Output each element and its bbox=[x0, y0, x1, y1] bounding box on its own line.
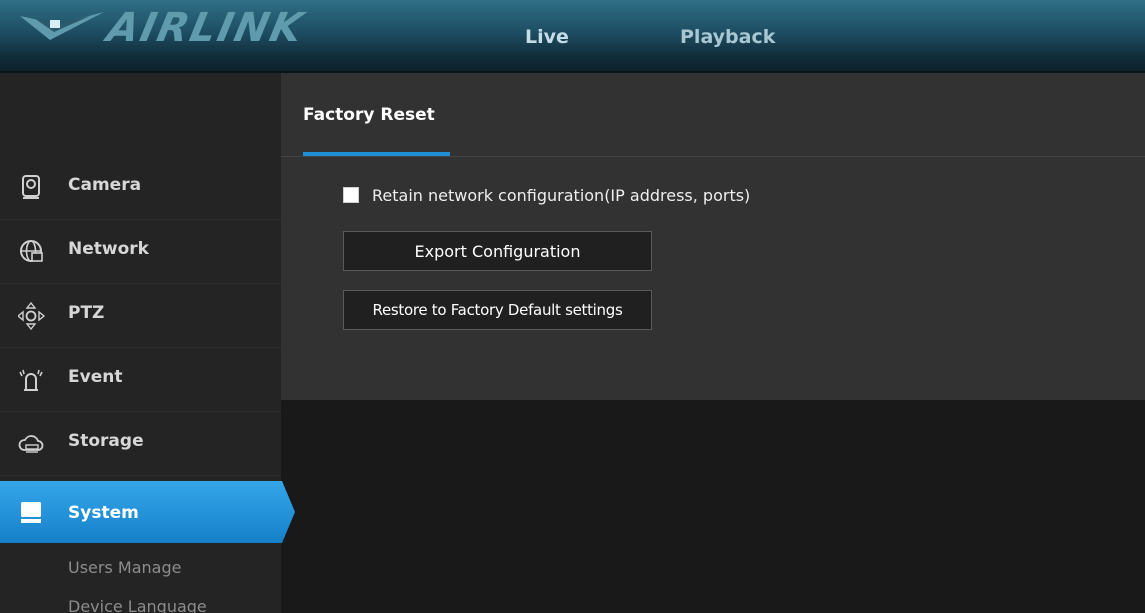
sidebar-item-camera[interactable]: Camera bbox=[0, 156, 281, 220]
sidebar-item-label: Event bbox=[68, 367, 123, 387]
logo-mark-icon bbox=[20, 12, 104, 40]
submenu-users-manage[interactable]: Users Manage bbox=[68, 558, 181, 577]
globe-network-icon bbox=[20, 240, 43, 262]
factory-reset-panel: Factory Reset Retain network configurati… bbox=[281, 73, 1145, 400]
submenu-device-language[interactable]: Device Language bbox=[68, 597, 207, 613]
sidebar-item-label: PTZ bbox=[68, 303, 105, 323]
monitor-icon bbox=[21, 502, 41, 523]
panel-tab-bar: Factory Reset bbox=[281, 73, 1145, 157]
logo-text: AIRLINK bbox=[103, 5, 309, 51]
retain-network-option[interactable]: Retain network configuration(IP address,… bbox=[343, 184, 750, 206]
top-header: AIRLINK Live Playback bbox=[0, 0, 1145, 73]
sidebar-item-system[interactable]: System bbox=[0, 481, 295, 543]
ptz-arrows-icon bbox=[18, 302, 46, 330]
active-tab-underline bbox=[303, 152, 450, 156]
cloud-storage-icon bbox=[18, 435, 44, 453]
retain-network-checkbox[interactable] bbox=[343, 187, 359, 203]
tab-live[interactable]: Live bbox=[525, 26, 569, 48]
export-configuration-button[interactable]: Export Configuration bbox=[343, 231, 652, 271]
sidebar-item-storage[interactable]: Storage bbox=[0, 412, 281, 476]
sidebar-item-ptz[interactable]: PTZ bbox=[0, 284, 281, 348]
sidebar-item-label: System bbox=[68, 503, 139, 523]
restore-factory-default-button[interactable]: Restore to Factory Default settings bbox=[343, 290, 652, 330]
sidebar-item-label: Storage bbox=[68, 431, 144, 451]
sidebar: Camera Network PTZ Event Storage System … bbox=[0, 73, 295, 613]
camera-icon bbox=[22, 175, 40, 199]
tab-factory-reset[interactable]: Factory Reset bbox=[303, 105, 435, 125]
app-window: AIRLINK Live Playback Camera Network PTZ… bbox=[0, 0, 1145, 613]
tab-playback[interactable]: Playback bbox=[680, 26, 775, 48]
sidebar-item-label: Camera bbox=[68, 175, 142, 195]
airlink-logo: AIRLINK bbox=[8, 4, 348, 51]
retain-network-label: Retain network configuration(IP address,… bbox=[372, 185, 751, 205]
sidebar-item-network[interactable]: Network bbox=[0, 220, 281, 284]
sidebar-item-event[interactable]: Event bbox=[0, 348, 281, 412]
alarm-icon bbox=[19, 369, 43, 391]
sidebar-item-label: Network bbox=[68, 239, 149, 259]
